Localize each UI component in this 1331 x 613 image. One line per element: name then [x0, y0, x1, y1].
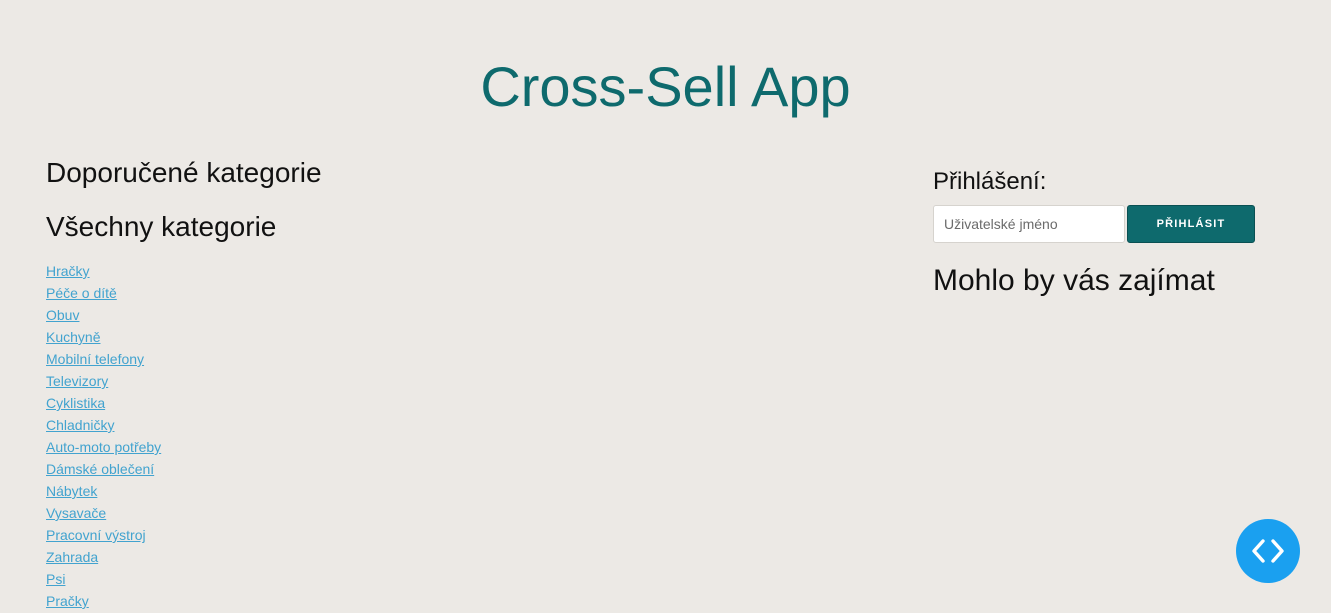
list-item: Chladničky [46, 414, 546, 436]
category-link-damske-obleceni[interactable]: Dámské oblečení [46, 461, 154, 477]
category-link-psi[interactable]: Psi [46, 571, 65, 587]
login-label: Přihlášení: [933, 168, 1047, 195]
list-item: Pracovní výstroj [46, 524, 546, 546]
sidebar-panel: Přihlášení: PŘIHLÁSIT Mohlo by vás zajím… [933, 166, 1273, 301]
list-item: Hračky [46, 260, 546, 282]
suggestions-heading: Mohlo by vás zajímat [933, 264, 1215, 297]
category-link-cyklistika[interactable]: Cyklistika [46, 395, 105, 411]
login-form: PŘIHLÁSIT [933, 205, 1273, 243]
list-item: Vysavače [46, 502, 546, 524]
category-link-mobilni-telefony[interactable]: Mobilní telefony [46, 351, 144, 367]
category-link-obuv[interactable]: Obuv [46, 307, 79, 323]
category-link-zahrada[interactable]: Zahrada [46, 549, 98, 565]
category-link-auto-moto[interactable]: Auto-moto potřeby [46, 439, 161, 455]
category-link-chladnicky[interactable]: Chladničky [46, 417, 114, 433]
category-link-pece-o-dite[interactable]: Péče o dítě [46, 285, 117, 301]
login-button[interactable]: PŘIHLÁSIT [1127, 205, 1255, 243]
list-item: Mobilní telefony [46, 348, 546, 370]
categories-column: Doporučené kategorie Všechny kategorie H… [46, 154, 546, 612]
username-input[interactable] [933, 205, 1125, 243]
list-item: Péče o dítě [46, 282, 546, 304]
list-item: Dámské oblečení [46, 458, 546, 480]
recommended-categories-heading: Doporučené kategorie [46, 157, 322, 188]
list-item: Obuv [46, 304, 546, 326]
category-list: Hračky Péče o dítě Obuv Kuchyně Mobilní … [46, 260, 546, 612]
app-title: Cross-Sell App [480, 55, 851, 118]
category-link-nabytek[interactable]: Nábytek [46, 483, 97, 499]
category-link-kuchyne[interactable]: Kuchyně [46, 329, 100, 345]
category-link-televizory[interactable]: Televizory [46, 373, 108, 389]
code-toggle-button[interactable] [1236, 519, 1300, 583]
list-item: Kuchyně [46, 326, 546, 348]
list-item: Cyklistika [46, 392, 546, 414]
all-categories-heading: Všechny kategorie [46, 211, 277, 242]
category-link-pracovni-vystroj[interactable]: Pracovní výstroj [46, 527, 146, 543]
category-link-pracky[interactable]: Pračky [46, 593, 89, 609]
list-item: Psi [46, 568, 546, 590]
category-link-vysavace[interactable]: Vysavače [46, 505, 106, 521]
list-item: Televizory [46, 370, 546, 392]
code-icon [1252, 539, 1284, 563]
list-item: Zahrada [46, 546, 546, 568]
list-item: Auto-moto potřeby [46, 436, 546, 458]
category-link-hracky[interactable]: Hračky [46, 263, 90, 279]
list-item: Nábytek [46, 480, 546, 502]
